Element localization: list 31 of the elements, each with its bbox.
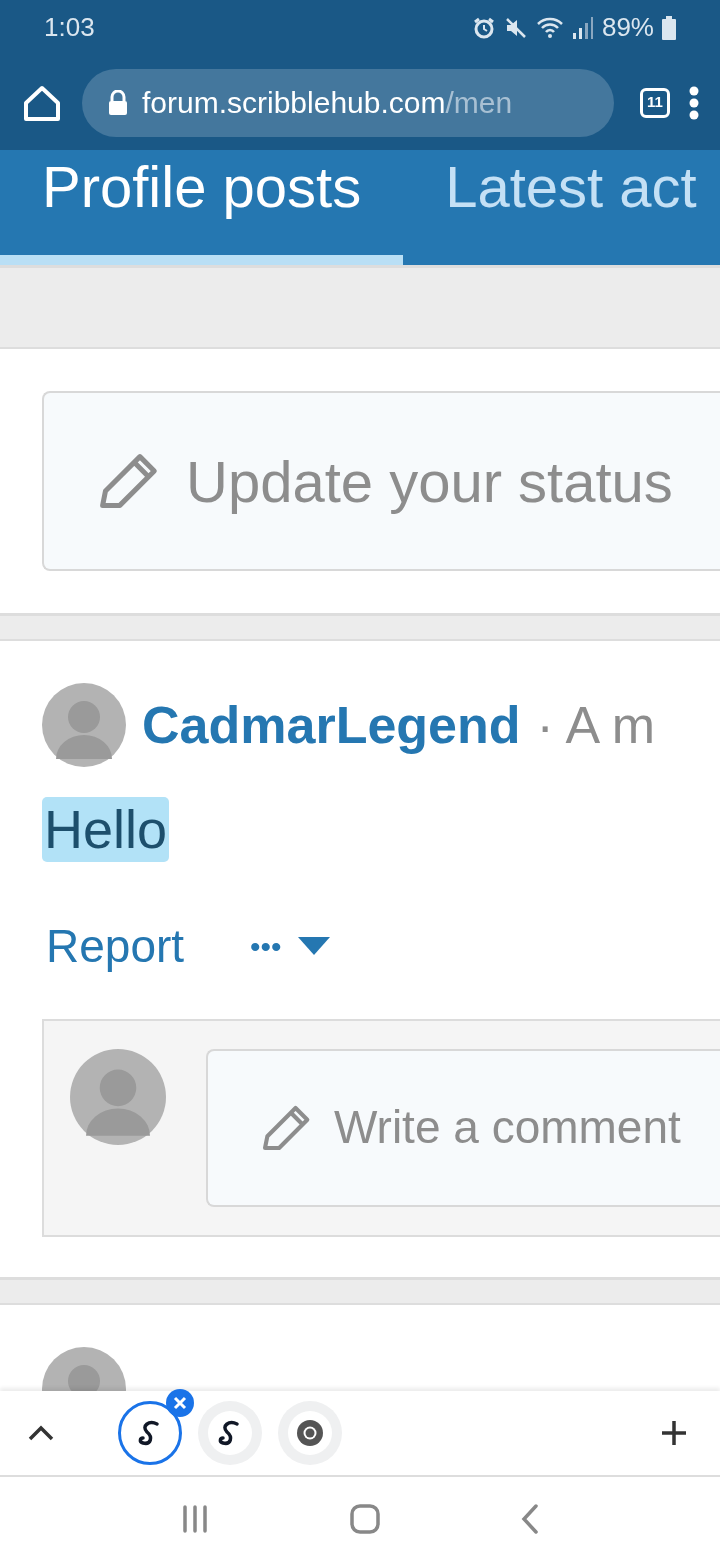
status-placeholder: Update your status xyxy=(186,447,673,516)
status-field[interactable]: Update your status xyxy=(42,391,720,571)
post-time: · A m xyxy=(536,695,655,756)
comment-field[interactable]: Write a comment xyxy=(206,1048,720,1207)
tab-count-button[interactable]: 11 xyxy=(640,87,670,118)
profile-tab[interactable]: Latest act xyxy=(403,155,720,265)
caret-icon xyxy=(297,937,330,956)
post-text: Hello xyxy=(42,797,170,862)
home-button-icon[interactable] xyxy=(350,1503,380,1534)
add-tab-icon[interactable] xyxy=(660,1419,688,1447)
chevron-up-icon[interactable] xyxy=(28,1425,54,1441)
browser-icon xyxy=(296,1419,324,1447)
recents-icon[interactable] xyxy=(180,1504,209,1533)
signal-icon xyxy=(571,15,594,40)
more-actions-button[interactable]: ••• xyxy=(250,923,330,969)
username-link[interactable]: CadmarLegend xyxy=(142,686,521,764)
url-text: forum.scribblehub.com/men xyxy=(142,85,513,121)
comment-placeholder: Write a comment xyxy=(334,1100,681,1156)
alarm-icon xyxy=(471,15,496,40)
back-icon[interactable] xyxy=(521,1503,540,1534)
address-bar[interactable]: forum.scribblehub.com/men xyxy=(82,68,614,137)
close-icon[interactable] xyxy=(166,1389,194,1417)
tab-chip[interactable] xyxy=(118,1401,182,1465)
mute-icon xyxy=(503,15,528,40)
clock-text: 1:03 xyxy=(44,11,95,44)
wifi-icon xyxy=(535,15,564,40)
battery-text: 89% xyxy=(601,11,654,44)
lock-icon xyxy=(108,89,128,116)
battery-icon xyxy=(662,15,676,40)
report-link[interactable]: Report xyxy=(46,911,185,981)
more-menu-icon[interactable] xyxy=(688,84,700,121)
